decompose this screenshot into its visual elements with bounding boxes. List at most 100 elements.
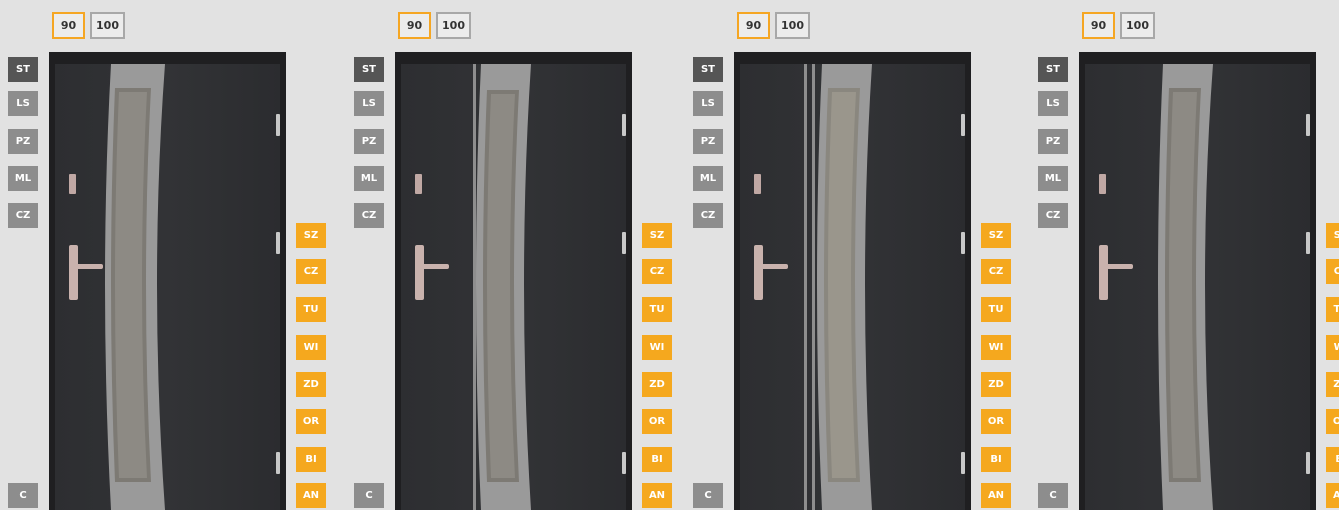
model-button-ls[interactable]: LS — [354, 91, 384, 116]
size-90-button[interactable]: 90 — [1082, 12, 1115, 39]
size-100-button[interactable]: 100 — [436, 12, 471, 39]
door-image — [49, 52, 286, 510]
color-button-wi[interactable]: WI — [1326, 335, 1339, 360]
hinge — [961, 232, 965, 254]
door-panel-2: 90 100 ST LS PZ ML CZ C SZ CZ TU WI ZD O… — [346, 0, 686, 510]
color-button-bi[interactable]: BI — [1326, 447, 1339, 472]
color-button-sz[interactable]: SZ — [296, 223, 326, 248]
model-button-ml[interactable]: ML — [354, 166, 384, 191]
color-button-cz[interactable]: CZ — [981, 259, 1011, 284]
model-button-ls[interactable]: LS — [1038, 91, 1068, 116]
door-handle — [1103, 264, 1133, 269]
model-button-c[interactable]: C — [8, 483, 38, 508]
color-button-an[interactable]: AN — [1326, 483, 1339, 508]
door-image — [734, 52, 971, 510]
color-button-wi[interactable]: WI — [981, 335, 1011, 360]
color-button-bi[interactable]: BI — [642, 447, 672, 472]
hinge — [622, 232, 626, 254]
door-handle — [758, 264, 788, 269]
door-image — [395, 52, 632, 510]
color-button-zd[interactable]: ZD — [642, 372, 672, 397]
hinge — [276, 114, 280, 136]
door-panel-1: 90 100 ST LS PZ ML CZ C SZ CZ TU WI ZD O… — [0, 0, 340, 510]
hinge — [276, 452, 280, 474]
model-button-pz[interactable]: PZ — [693, 129, 723, 154]
door-panel-4: 90 100 ST LS PZ ML CZ C SZ CZ TU WI ZD O… — [1030, 0, 1339, 510]
color-button-cz[interactable]: CZ — [1326, 259, 1339, 284]
color-button-tu[interactable]: TU — [981, 297, 1011, 322]
model-button-ml[interactable]: ML — [8, 166, 38, 191]
size-100-button[interactable]: 100 — [775, 12, 810, 39]
hinge — [622, 114, 626, 136]
model-button-ls[interactable]: LS — [8, 91, 38, 116]
model-button-c[interactable]: C — [693, 483, 723, 508]
hinge — [622, 452, 626, 474]
door-handle-plate — [69, 245, 78, 300]
color-button-zd[interactable]: ZD — [296, 372, 326, 397]
hinge — [276, 232, 280, 254]
door-image — [1079, 52, 1316, 510]
color-button-cz[interactable]: CZ — [642, 259, 672, 284]
color-button-sz[interactable]: SZ — [1326, 223, 1339, 248]
lock-cylinder — [69, 174, 76, 194]
color-button-an[interactable]: AN — [642, 483, 672, 508]
color-button-bi[interactable]: BI — [296, 447, 326, 472]
color-button-an[interactable]: AN — [981, 483, 1011, 508]
model-button-pz[interactable]: PZ — [354, 129, 384, 154]
model-button-pz[interactable]: PZ — [8, 129, 38, 154]
lock-cylinder — [754, 174, 761, 194]
color-button-or[interactable]: OR — [981, 409, 1011, 434]
model-button-cz[interactable]: CZ — [693, 203, 723, 228]
hinge — [1306, 232, 1310, 254]
door-handle — [73, 264, 103, 269]
model-button-st[interactable]: ST — [693, 57, 723, 82]
color-button-sz[interactable]: SZ — [642, 223, 672, 248]
color-button-zd[interactable]: ZD — [981, 372, 1011, 397]
model-button-ml[interactable]: ML — [693, 166, 723, 191]
door-handle-plate — [1099, 245, 1108, 300]
color-button-tu[interactable]: TU — [1326, 297, 1339, 322]
hinge — [1306, 452, 1310, 474]
door-handle — [419, 264, 449, 269]
color-button-cz[interactable]: CZ — [296, 259, 326, 284]
model-button-cz[interactable]: CZ — [1038, 203, 1068, 228]
hinge — [961, 114, 965, 136]
hinge — [961, 452, 965, 474]
model-button-ls[interactable]: LS — [693, 91, 723, 116]
lock-cylinder — [1099, 174, 1106, 194]
color-button-bi[interactable]: BI — [981, 447, 1011, 472]
color-button-wi[interactable]: WI — [296, 335, 326, 360]
size-90-button[interactable]: 90 — [398, 12, 431, 39]
model-button-pz[interactable]: PZ — [1038, 129, 1068, 154]
model-button-c[interactable]: C — [354, 483, 384, 508]
door-glass-insert — [1158, 64, 1213, 510]
color-button-zd[interactable]: ZD — [1326, 372, 1339, 397]
model-button-st[interactable]: ST — [8, 57, 38, 82]
color-button-tu[interactable]: TU — [642, 297, 672, 322]
model-button-cz[interactable]: CZ — [354, 203, 384, 228]
size-90-button[interactable]: 90 — [737, 12, 770, 39]
model-button-st[interactable]: ST — [354, 57, 384, 82]
door-panel-3: 90 100 ST LS PZ ML CZ C SZ CZ TU WI ZD O… — [685, 0, 1025, 510]
door-handle-plate — [754, 245, 763, 300]
hinge — [1306, 114, 1310, 136]
size-100-button[interactable]: 100 — [90, 12, 125, 39]
color-button-or[interactable]: OR — [1326, 409, 1339, 434]
color-button-or[interactable]: OR — [642, 409, 672, 434]
door-glass-insert — [817, 64, 872, 510]
model-button-c[interactable]: C — [1038, 483, 1068, 508]
model-button-cz[interactable]: CZ — [8, 203, 38, 228]
size-100-button[interactable]: 100 — [1120, 12, 1155, 39]
color-button-an[interactable]: AN — [296, 483, 326, 508]
door-handle-plate — [415, 245, 424, 300]
door-glass-insert — [105, 64, 165, 510]
color-button-tu[interactable]: TU — [296, 297, 326, 322]
model-button-st[interactable]: ST — [1038, 57, 1068, 82]
size-90-button[interactable]: 90 — [52, 12, 85, 39]
color-button-sz[interactable]: SZ — [981, 223, 1011, 248]
lock-cylinder — [415, 174, 422, 194]
model-button-ml[interactable]: ML — [1038, 166, 1068, 191]
door-glass-insert — [476, 64, 531, 510]
color-button-or[interactable]: OR — [296, 409, 326, 434]
color-button-wi[interactable]: WI — [642, 335, 672, 360]
